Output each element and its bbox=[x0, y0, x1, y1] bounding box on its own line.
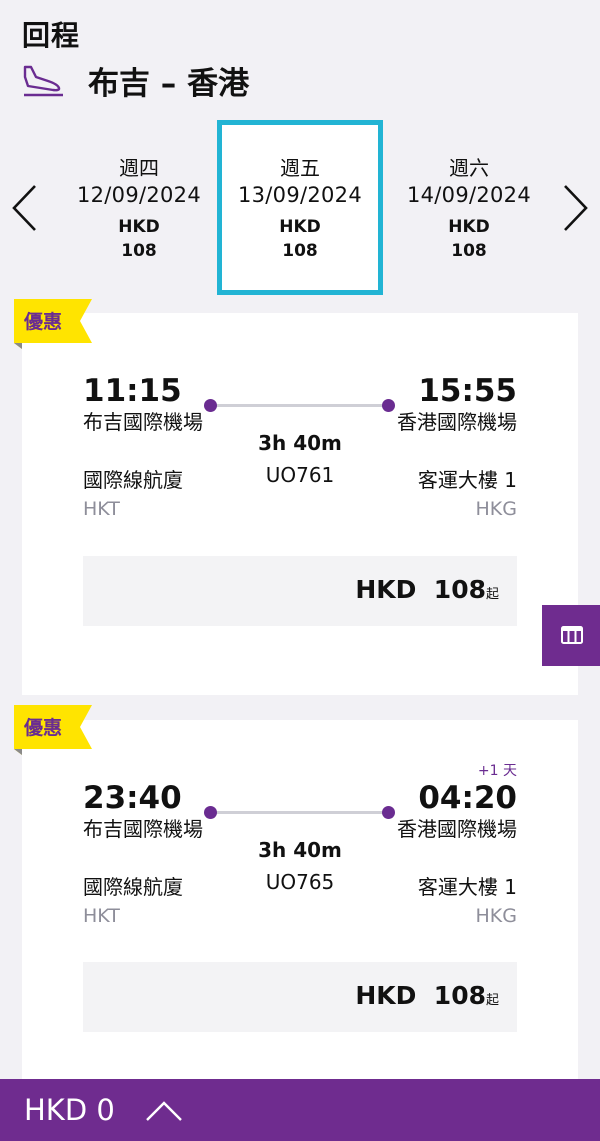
date-value: 12/09/2024 bbox=[76, 183, 202, 207]
next-day-indicator: +1 天 bbox=[477, 763, 517, 779]
total-summary-bar[interactable]: HKD 0 bbox=[0, 1079, 600, 1141]
route-line bbox=[216, 811, 388, 814]
departure-airport: 布吉國際機場 bbox=[83, 817, 203, 841]
date-weekday: 週六 bbox=[449, 156, 489, 180]
flight-card[interactable]: +1 天 23:40 04:20 布吉國際機場 香港國際機場 3h 40m UO… bbox=[22, 720, 578, 1080]
date-value: 14/09/2024 bbox=[406, 183, 532, 207]
arrival-time: 15:55 bbox=[418, 373, 517, 409]
date-option-thu[interactable]: 週四 12/09/2024 HKD 108 bbox=[56, 120, 222, 295]
date-weekday: 週五 bbox=[280, 156, 320, 180]
route-text: 布吉 – 香港 bbox=[88, 66, 250, 102]
departure-time: 23:40 bbox=[83, 780, 182, 816]
columns-icon bbox=[561, 626, 583, 644]
fare-amount: 108 bbox=[433, 981, 486, 1010]
departure-code: HKT bbox=[83, 905, 120, 927]
fare-box[interactable]: HKD 108起 bbox=[83, 962, 517, 1032]
arrival-terminal: 客運大樓 1 bbox=[417, 468, 517, 492]
arrival-airport: 香港國際機場 bbox=[397, 410, 517, 434]
promo-badge: 優惠 bbox=[14, 299, 92, 349]
fare-currency: HKD bbox=[355, 575, 417, 604]
fare-box[interactable]: HKD 108起 bbox=[83, 556, 517, 626]
plane-landing-icon bbox=[23, 65, 63, 96]
departure-code: HKT bbox=[83, 498, 120, 520]
trip-direction-label: 回程 bbox=[22, 19, 81, 52]
fare-from-suffix: 起 bbox=[485, 587, 499, 602]
departure-airport: 布吉國際機場 bbox=[83, 410, 203, 434]
fare-from-suffix: 起 bbox=[485, 993, 499, 1008]
flight-duration: 3h 40m bbox=[258, 838, 342, 862]
side-tab-button[interactable] bbox=[542, 605, 600, 666]
flight-card[interactable]: 11:15 15:55 布吉國際機場 香港國際機場 3h 40m UO761 國… bbox=[22, 313, 578, 695]
departure-time: 11:15 bbox=[83, 373, 182, 409]
promo-badge: 優惠 bbox=[14, 705, 92, 755]
flight-duration: 3h 40m bbox=[258, 431, 342, 455]
departure-terminal: 國際線航廈 bbox=[83, 875, 183, 899]
fare-amount: 108 bbox=[433, 575, 486, 604]
date-currency: HKD bbox=[279, 217, 321, 237]
arrival-code: HKG bbox=[475, 905, 517, 927]
fare-currency: HKD bbox=[355, 981, 417, 1010]
page-header: 回程 布吉 – 香港 bbox=[22, 14, 249, 102]
date-option-sat[interactable]: 週六 14/09/2024 HKD 108 bbox=[386, 120, 552, 295]
date-price: 108 bbox=[451, 241, 487, 261]
promo-badge-label: 優惠 bbox=[24, 717, 63, 739]
chevron-right-icon[interactable] bbox=[560, 182, 590, 234]
fare-price: HKD 108起 bbox=[355, 575, 499, 604]
chevron-up-icon[interactable] bbox=[145, 1101, 183, 1121]
date-price: 108 bbox=[282, 241, 318, 261]
total-price: HKD 0 bbox=[24, 1093, 115, 1127]
route-title: 布吉 – 香港 bbox=[22, 58, 422, 103]
date-selector: 週四 12/09/2024 HKD 108 週五 13/09/2024 HKD … bbox=[0, 120, 600, 295]
arrival-time: 04:20 bbox=[418, 780, 517, 816]
arrival-terminal: 客運大樓 1 bbox=[417, 875, 517, 899]
date-option-fri-selected[interactable]: 週五 13/09/2024 HKD 108 bbox=[217, 120, 383, 295]
arrival-airport: 香港國際機場 bbox=[397, 817, 517, 841]
departure-terminal: 國際線航廈 bbox=[83, 468, 183, 492]
date-value: 13/09/2024 bbox=[237, 183, 363, 207]
arrival-code: HKG bbox=[475, 498, 517, 520]
route-line bbox=[216, 404, 388, 407]
date-weekday: 週四 bbox=[119, 156, 159, 180]
promo-badge-label: 優惠 bbox=[24, 311, 63, 333]
date-price: 108 bbox=[121, 241, 157, 261]
fare-price: HKD 108起 bbox=[355, 981, 499, 1010]
chevron-left-icon[interactable] bbox=[10, 182, 40, 234]
date-currency: HKD bbox=[118, 217, 160, 237]
date-currency: HKD bbox=[448, 217, 490, 237]
